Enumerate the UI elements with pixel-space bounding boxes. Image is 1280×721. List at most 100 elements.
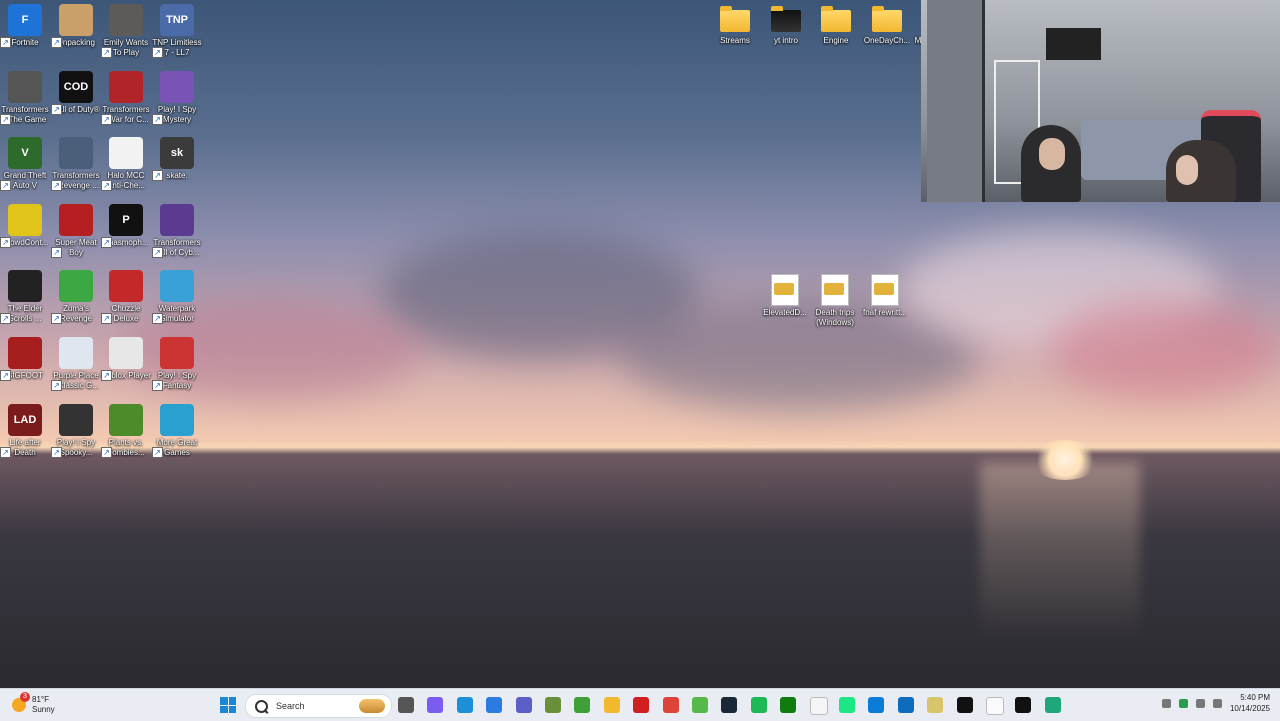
search-placeholder: Search — [276, 701, 305, 711]
app-icon: V — [8, 137, 42, 169]
microphone-icon[interactable] — [1178, 698, 1188, 708]
app-icon — [109, 404, 143, 436]
desktop-icon[interactable]: P ↗ Phasmoph... — [101, 204, 151, 248]
desktop-icon[interactable]: ↗ Transformers - War for C... — [101, 71, 151, 125]
desktop-icon[interactable]: ↗ Halo MCC Anti-Che... — [101, 137, 151, 191]
zip-archive-icon — [821, 274, 849, 306]
app-icon: TNP — [160, 4, 194, 36]
app-icon — [109, 71, 143, 103]
desktop-icon[interactable]: ↗ Roblox Player — [101, 337, 151, 381]
hulu-icon[interactable] — [839, 697, 855, 713]
shortcut-arrow-icon: ↗ — [51, 247, 62, 258]
desktop-icon[interactable]: ↗ Chuzzle Deluxe — [101, 270, 151, 324]
desktop-zip-file[interactable]: ElevatedD... — [760, 272, 810, 318]
desktop-icon[interactable]: ↗ Super Meat Boy — [51, 204, 101, 258]
app-icon — [160, 404, 194, 436]
xbox-icon[interactable] — [780, 697, 796, 713]
desktop-icon[interactable]: ↗ The Elder Scrolls ... — [0, 270, 50, 324]
spotify-icon[interactable] — [751, 697, 767, 713]
desktop-icon[interactable]: ↗ Zuma's Revenge — [51, 270, 101, 324]
weather-widget[interactable]: 3 81°F Sunny — [12, 692, 55, 717]
app-icon — [109, 4, 143, 36]
search-icon — [255, 699, 268, 713]
store-icon[interactable] — [486, 697, 502, 713]
desktop-icon[interactable]: ↗ Transformers Fall of Cyb... — [152, 204, 202, 258]
document-icon[interactable] — [810, 697, 828, 715]
shortcut-arrow-icon: ↗ — [152, 247, 163, 258]
blank-doc-icon[interactable] — [986, 697, 1004, 715]
shortcut-arrow-icon: ↗ — [51, 447, 62, 458]
outlook-icon[interactable] — [898, 697, 914, 713]
network-icon[interactable] — [1195, 698, 1205, 708]
shortcut-arrow-icon: ↗ — [0, 37, 11, 48]
desktop-zip-file[interactable]: fnaf rewritt... — [860, 272, 910, 318]
file-explorer-icon[interactable] — [604, 697, 620, 713]
app-icon — [109, 137, 143, 169]
zip-file-label: fnaf rewritt... — [862, 308, 907, 317]
edge-icon[interactable] — [457, 697, 473, 713]
desktop-icon[interactable]: ↗ Plants vs. Zombies... — [101, 404, 151, 458]
shortcut-arrow-icon: ↗ — [101, 180, 112, 191]
shortcut-arrow-icon: ↗ — [51, 180, 62, 191]
taskbar-search[interactable]: Search — [245, 694, 392, 718]
desktop-icon[interactable]: ↗ Transformers - Revenge ... — [51, 137, 101, 191]
app-icon — [59, 137, 93, 169]
shortcut-arrow-icon: ↗ — [0, 237, 11, 248]
desktop-icon[interactable]: ↗ Waterpark Simulator — [152, 270, 202, 324]
desktop-icon[interactable]: ↗ Play! I Spy Spooky... — [51, 404, 101, 458]
volume-icon[interactable] — [1212, 698, 1222, 708]
desktop-icon[interactable]: ↗ Play! I Spy Mystery — [152, 71, 202, 125]
tiktok-icon[interactable] — [1015, 697, 1031, 713]
desktop-icon[interactable]: ↗ BIGFOOT — [0, 337, 50, 381]
app-icon — [8, 270, 42, 302]
system-tray: 5:40 PM 10/14/2025 — [1161, 692, 1270, 714]
shortcut-arrow-icon: ↗ — [0, 370, 11, 381]
task-view-icon[interactable] — [398, 697, 414, 713]
desktop-folder[interactable]: Engine — [811, 4, 861, 46]
netflix-icon[interactable] — [633, 697, 649, 713]
desktop-icon[interactable]: F ↗ Fortnite — [0, 4, 50, 48]
tv — [1046, 28, 1101, 60]
desktop-icon[interactable]: ↗ Purple Place - Classic G... — [51, 337, 101, 391]
creeper-icon[interactable] — [574, 697, 590, 713]
chrome-icon[interactable] — [663, 697, 679, 713]
desktop-icon[interactable]: ↗ More Great Games — [152, 404, 202, 458]
desktop-icon[interactable]: ↗ CrowdCont... — [0, 204, 50, 248]
appletv-icon[interactable] — [957, 697, 973, 713]
desktop-folder[interactable]: yt intro — [761, 4, 811, 46]
desktop-icon[interactable]: V ↗ Grand Theft Auto V — [0, 137, 50, 191]
shortcut-arrow-icon: ↗ — [152, 313, 163, 324]
xbox-game-icon[interactable] — [692, 697, 708, 713]
zip-file-label: ElevatedD... — [763, 308, 807, 317]
desktop-icon[interactable]: COD ↗ Call of Duty® — [51, 71, 101, 115]
desktop-icon[interactable]: TNP ↗ TNP Limitless 7 - LL7 — [152, 4, 202, 58]
steam-icon[interactable] — [721, 697, 737, 713]
folder-icon — [771, 6, 801, 32]
door — [927, 0, 985, 202]
shortcut-arrow-icon: ↗ — [101, 47, 112, 58]
app-icon — [160, 270, 194, 302]
minecraft-icon[interactable] — [545, 697, 561, 713]
desktop-icon[interactable]: ↗ Emily Wants To Play — [101, 4, 151, 58]
sea-reflection — [980, 462, 1140, 642]
app-icon: COD — [59, 71, 93, 103]
app-active-icon[interactable] — [1045, 697, 1061, 713]
desktop-zip-file[interactable]: Death trips (Windows) — [810, 272, 860, 328]
desktop-icon[interactable]: ↗ Unpacking — [51, 4, 101, 48]
notepad-icon[interactable] — [927, 697, 943, 713]
desktop-icon[interactable]: LAD ↗ Life after Death — [0, 404, 50, 458]
taskbar: 3 81°F Sunny Search 5:40 PM 10/14/2025 — [0, 688, 1280, 721]
desktop-icon[interactable]: ↗ Transformers - The Game — [0, 71, 50, 125]
desktop-icon[interactable]: ↗ Play! I Spy Fantasy — [152, 337, 202, 391]
app-icon — [160, 204, 194, 236]
copilot-icon[interactable] — [427, 697, 443, 713]
clock[interactable]: 5:40 PM 10/14/2025 — [1230, 692, 1270, 714]
chevron-up-icon[interactable] — [1161, 698, 1171, 708]
app-icon — [8, 337, 42, 369]
teams-icon[interactable] — [516, 697, 532, 713]
desktop-icon[interactable]: sk ↗ skate. — [152, 137, 202, 181]
shortcut-arrow-icon: ↗ — [51, 313, 62, 324]
start-button[interactable] — [220, 697, 236, 713]
globe-icon[interactable] — [868, 697, 884, 713]
desktop-folder[interactable]: Streams — [710, 4, 760, 46]
